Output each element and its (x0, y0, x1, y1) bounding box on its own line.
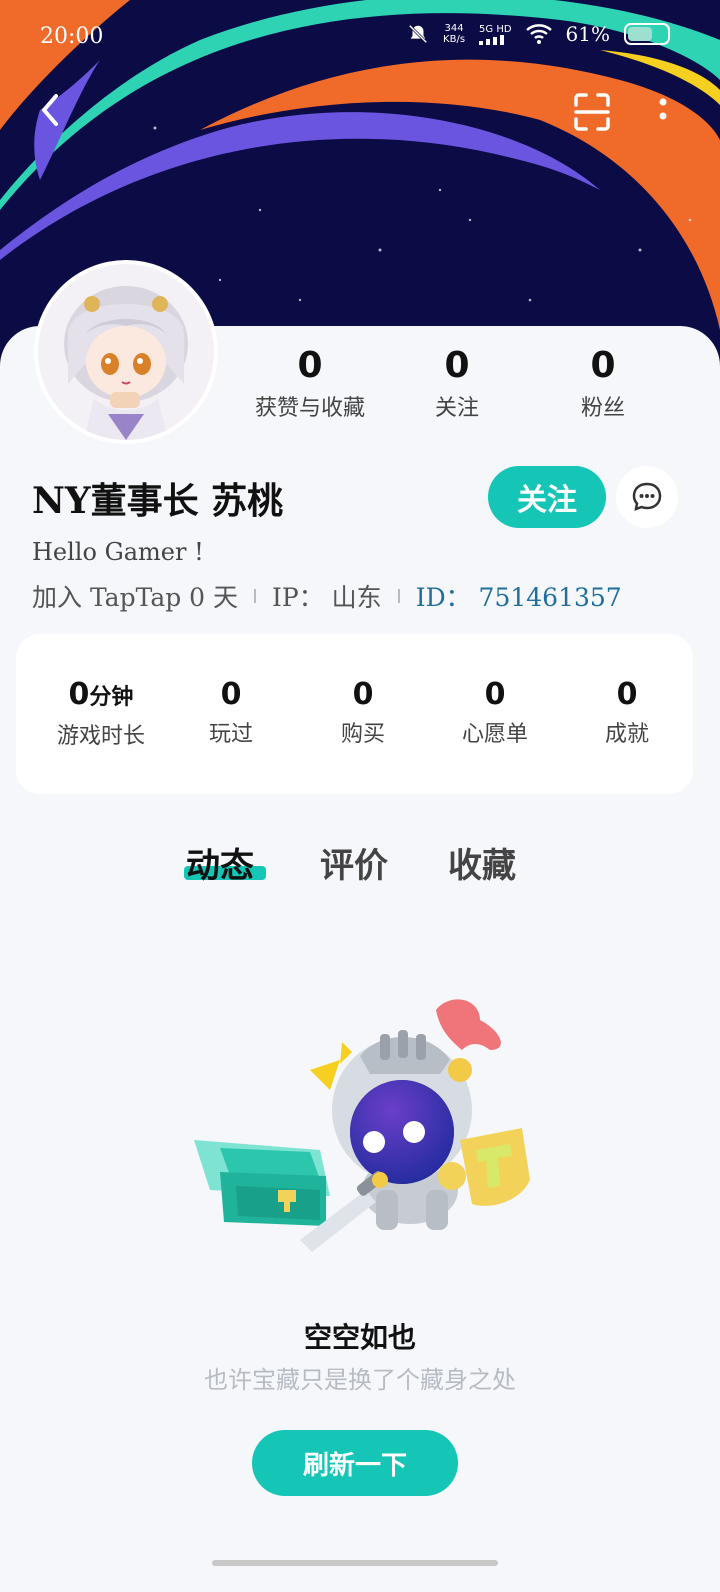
stat-achievements-value: 0 (616, 677, 638, 712)
network-label: 5G HD (479, 23, 512, 35)
back-button[interactable] (32, 90, 72, 130)
stat-purchased[interactable]: 0 购买 (298, 678, 428, 748)
stat-purchased-label: 购买 (340, 722, 385, 747)
battery-percent: 61% (565, 22, 610, 46)
profile-page: 20:00 344 KB/s 5G HD 61% 0 获赞与收藏 0 关注 0 … (0, 0, 720, 1592)
stat-achievements[interactable]: 0 成就 (562, 678, 692, 748)
tab-favorites[interactable]: 收藏 (448, 838, 516, 887)
stat-followers-label: 粉丝 (580, 396, 625, 421)
network-type: 5G HD (479, 24, 512, 45)
stat-wishlist-label: 心愿单 (461, 722, 528, 747)
more-button[interactable] (648, 92, 678, 132)
empty-subtitle: 也许宝藏只是换了个藏身之处 (204, 1366, 516, 1394)
stat-following[interactable]: 0 关注 (412, 346, 502, 422)
stat-likes[interactable]: 0 获赞与收藏 (244, 346, 376, 422)
scan-button[interactable] (572, 92, 612, 132)
speed-value: 344 (444, 23, 464, 34)
ip-location: IP： 山东 (272, 583, 382, 612)
speed-unit: KB/s (443, 34, 466, 45)
stat-playtime-label: 游戏时长 (56, 724, 145, 749)
user-id[interactable]: ID： 751461357 (416, 578, 622, 614)
chevron-left-icon (42, 94, 58, 126)
stat-played-label: 玩过 (208, 722, 253, 747)
nickname: NY董事长 苏桃 (32, 480, 284, 522)
stat-following-label: 关注 (434, 396, 479, 421)
tab-activity[interactable]: 动态 (186, 838, 254, 887)
home-indicator[interactable] (212, 1560, 498, 1566)
stat-played[interactable]: 0 玩过 (166, 678, 296, 748)
join-days: 加入 TapTap 0 天 (32, 583, 239, 612)
stat-playtime[interactable]: 0分钟 游戏时长 (36, 678, 166, 750)
empty-title: 空空如也 (303, 1321, 416, 1354)
stat-likes-value: 0 (297, 345, 323, 386)
network-speed: 344 KB/s (443, 23, 465, 45)
profile-meta: 加入 TapTap 0 天 IP： 山东 ID： 751461357 (32, 578, 622, 614)
meta-divider (254, 589, 257, 603)
stat-following-value: 0 (444, 345, 470, 386)
status-time: 20:00 (40, 24, 104, 49)
status-bar: 20:00 344 KB/s 5G HD 61% (0, 0, 720, 72)
battery-icon (624, 23, 670, 45)
stat-playtime-value: 0 (68, 677, 90, 712)
stat-achievements-label: 成就 (604, 722, 649, 747)
stat-played-value: 0 (220, 677, 242, 712)
tab-reviews[interactable]: 评价 (320, 838, 388, 887)
bell-muted-icon (408, 24, 428, 44)
more-vertical-icon (659, 98, 667, 120)
avatar-image (38, 264, 214, 440)
meta-divider (397, 589, 400, 603)
stat-followers[interactable]: 0 粉丝 (558, 346, 648, 422)
follow-button[interactable]: 关注 (488, 466, 606, 528)
stat-likes-label: 获赞与收藏 (254, 396, 365, 421)
stat-playtime-unit: 分钟 (89, 684, 134, 710)
stat-followers-value: 0 (590, 345, 616, 386)
stat-wishlist-value: 0 (484, 677, 506, 712)
signal-icon (479, 34, 505, 45)
empty-state-illustration (194, 999, 530, 1252)
message-button[interactable] (616, 466, 678, 528)
status-icons: 344 KB/s 5G HD 61% (407, 22, 670, 46)
stat-purchased-value: 0 (352, 677, 374, 712)
scan-icon (574, 93, 610, 131)
chat-bubble-icon (632, 482, 662, 511)
wifi-icon (525, 24, 552, 44)
refresh-button[interactable]: 刷新一下 (252, 1430, 458, 1496)
stat-wishlist[interactable]: 0 心愿单 (430, 678, 560, 748)
game-stats-card: 0分钟 游戏时长 0 玩过 0 购买 0 心愿单 0 成就 (16, 634, 693, 794)
avatar[interactable] (38, 264, 214, 440)
bio: Hello Gamer ! (32, 538, 204, 566)
